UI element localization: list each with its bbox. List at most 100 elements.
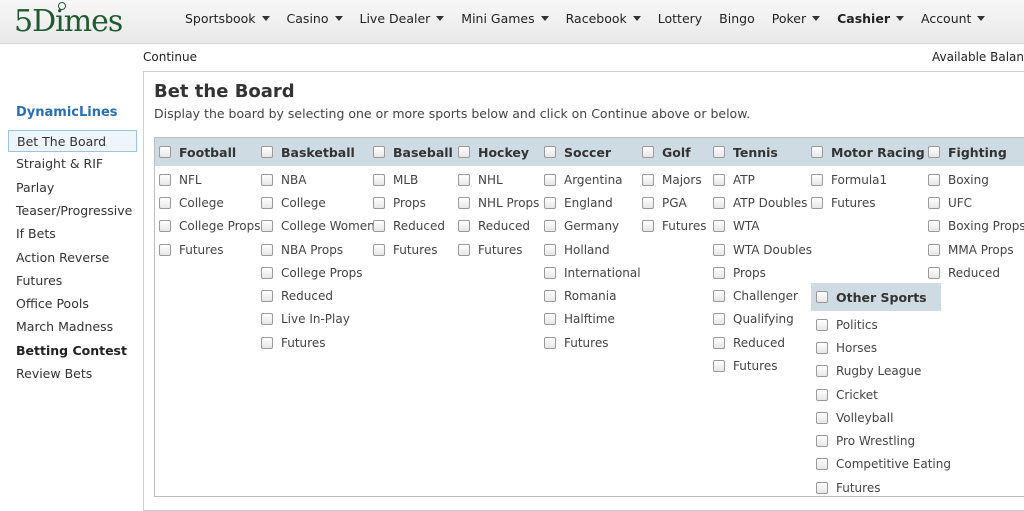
nav-item-cashier[interactable]: Cashier	[837, 11, 904, 26]
checkbox[interactable]	[544, 266, 556, 279]
option-motor-racing-futures[interactable]: Futures	[811, 191, 925, 214]
option-other-rugby-league[interactable]: Rugby League	[816, 360, 951, 383]
nav-item-account[interactable]: Account	[921, 11, 986, 26]
option-other-volleyball[interactable]: Volleyball	[816, 406, 951, 429]
option-tennis-wta[interactable]: WTA	[713, 215, 812, 238]
option-other-pro-wrestling[interactable]: Pro Wrestling	[816, 429, 951, 452]
option-tennis-atp[interactable]: ATP	[713, 168, 812, 191]
option-soccer-halftime[interactable]: Halftime	[544, 308, 641, 331]
option-soccer-holland[interactable]: Holland	[544, 238, 641, 261]
sport-header-football[interactable]: Football	[159, 138, 261, 166]
checkbox[interactable]	[373, 173, 385, 186]
sport-checkbox[interactable]	[811, 146, 823, 158]
nav-item-mini-games[interactable]: Mini Games	[461, 11, 549, 26]
nav-item-lottery[interactable]: Lottery	[658, 11, 702, 26]
sport-header-basketball[interactable]: Basketball	[261, 138, 375, 166]
checkbox[interactable]	[544, 173, 556, 186]
option-other-horses[interactable]: Horses	[816, 336, 951, 359]
option-tennis-wta-doubles[interactable]: WTA Doubles	[713, 238, 812, 261]
checkbox[interactable]	[816, 458, 828, 471]
option-fighting-ufc[interactable]: UFC	[928, 191, 1024, 214]
option-tennis-props[interactable]: Props	[713, 261, 812, 284]
checkbox[interactable]	[928, 243, 940, 256]
sport-checkbox[interactable]	[544, 146, 556, 158]
nav-item-casino[interactable]: Casino	[287, 11, 343, 26]
checkbox[interactable]	[261, 266, 273, 279]
option-golf-futures[interactable]: Futures	[642, 215, 706, 238]
option-soccer-international[interactable]: International	[544, 261, 641, 284]
option-other-competitive-eating[interactable]: Competitive Eating	[816, 453, 951, 476]
option-golf-pga[interactable]: PGA	[642, 191, 706, 214]
option-football-nfl[interactable]: NFL	[159, 168, 261, 191]
sidebar-item-parlay[interactable]: Parlay	[8, 177, 137, 199]
option-tennis-reduced[interactable]: Reduced	[713, 331, 812, 354]
checkbox[interactable]	[261, 290, 273, 303]
checkbox[interactable]	[261, 336, 273, 349]
sport-header-golf[interactable]: Golf	[642, 138, 706, 166]
nav-item-bingo[interactable]: Bingo	[719, 11, 755, 26]
sport-checkbox[interactable]	[261, 146, 273, 158]
checkbox[interactable]	[713, 290, 725, 303]
checkbox[interactable]	[544, 243, 556, 256]
option-tennis-qualifying[interactable]: Qualifying	[713, 308, 812, 331]
sidebar-item-march-madness[interactable]: March Madness	[8, 316, 137, 338]
option-basketball-college-women[interactable]: College Women	[261, 215, 375, 238]
option-other-politics[interactable]: Politics	[816, 313, 951, 336]
option-tennis-atp-doubles[interactable]: ATP Doubles	[713, 191, 812, 214]
checkbox[interactable]	[261, 196, 273, 209]
option-baseball-mlb[interactable]: MLB	[373, 168, 453, 191]
sidebar-item-futures[interactable]: Futures	[8, 270, 137, 292]
checkbox[interactable]	[811, 173, 823, 186]
checkbox[interactable]	[816, 365, 828, 378]
option-hockey-reduced[interactable]: Reduced	[458, 215, 539, 238]
checkbox[interactable]	[713, 220, 725, 233]
option-fighting-reduced[interactable]: Reduced	[928, 261, 1024, 284]
checkbox[interactable]	[373, 220, 385, 233]
option-soccer-england[interactable]: England	[544, 191, 641, 214]
checkbox[interactable]	[261, 173, 273, 186]
checkbox[interactable]	[816, 341, 828, 354]
checkbox[interactable]	[159, 243, 171, 256]
option-hockey-nhl[interactable]: NHL	[458, 168, 539, 191]
checkbox[interactable]	[261, 220, 273, 233]
option-baseball-reduced[interactable]: Reduced	[373, 215, 453, 238]
checkbox[interactable]	[713, 360, 725, 373]
option-fighting-boxing-props[interactable]: Boxing Props	[928, 215, 1024, 238]
option-basketball-reduced[interactable]: Reduced	[261, 284, 375, 307]
option-football-college-props[interactable]: College Props	[159, 215, 261, 238]
checkbox[interactable]	[713, 336, 725, 349]
nav-item-racebook[interactable]: Racebook	[566, 11, 641, 26]
checkbox[interactable]	[642, 196, 654, 209]
option-basketball-nba-props[interactable]: NBA Props	[261, 238, 375, 261]
checkbox[interactable]	[713, 313, 725, 326]
checkbox[interactable]	[928, 220, 940, 233]
checkbox[interactable]	[159, 220, 171, 233]
sport-checkbox[interactable]	[642, 146, 654, 158]
checkbox[interactable]	[544, 220, 556, 233]
site-logo[interactable]: 5Dimes	[14, 2, 123, 40]
option-golf-majors[interactable]: Majors	[642, 168, 706, 191]
sidebar-item-office-pools[interactable]: Office Pools	[8, 293, 137, 315]
nav-item-poker[interactable]: Poker	[772, 11, 821, 26]
sport-checkbox[interactable]	[373, 146, 385, 158]
option-football-futures[interactable]: Futures	[159, 238, 261, 261]
sidebar-item-teaser-progressive[interactable]: Teaser/Progressive	[8, 200, 137, 222]
option-basketball-live-in-play[interactable]: Live In-Play	[261, 308, 375, 331]
sport-header-fighting[interactable]: Fighting	[928, 138, 1024, 166]
option-tennis-challenger[interactable]: Challenger	[713, 284, 812, 307]
sport-header-soccer[interactable]: Soccer	[544, 138, 641, 166]
sidebar-item-review-bets[interactable]: Review Bets	[8, 363, 137, 385]
sport-header-baseball[interactable]: Baseball	[373, 138, 453, 166]
checkbox[interactable]	[458, 220, 470, 233]
checkbox[interactable]	[458, 243, 470, 256]
option-hockey-futures[interactable]: Futures	[458, 238, 539, 261]
nav-item-live-dealer[interactable]: Live Dealer	[360, 11, 445, 26]
checkbox[interactable]	[816, 318, 828, 331]
checkbox[interactable]	[373, 243, 385, 256]
checkbox[interactable]	[816, 481, 828, 494]
checkbox[interactable]	[159, 196, 171, 209]
checkbox[interactable]	[642, 173, 654, 186]
continue-link[interactable]: Continue	[143, 50, 197, 64]
sidebar-item-bet-the-board[interactable]: Bet The Board	[8, 130, 137, 152]
option-tennis-futures[interactable]: Futures	[713, 354, 812, 377]
